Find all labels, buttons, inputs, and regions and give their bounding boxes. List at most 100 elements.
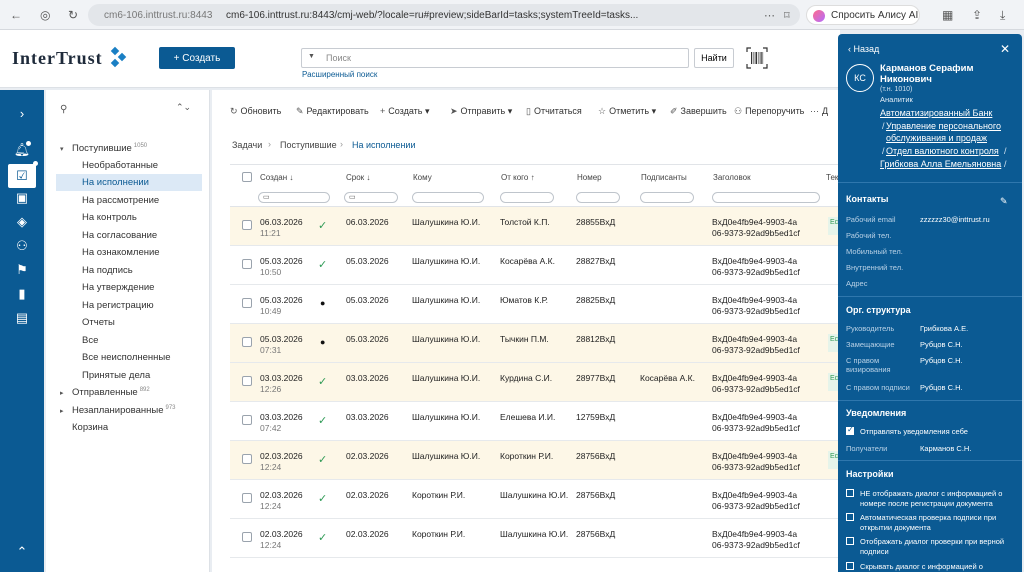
profile-icon[interactable]: ◎ [40,8,50,22]
settings-checkbox[interactable] [846,513,854,521]
table-row[interactable]: 03.03.2026 12:26 ✓ 03.03.2026 Шалушкина Ю.И.… [230,363,840,402]
tree-item[interactable]: ▸ Отправленные 892 [56,384,202,401]
back-button[interactable]: ‹ Назад [848,44,879,54]
column-header-subject[interactable]: Заголовок [713,165,751,189]
tree-item[interactable]: ▸ Незапланированные 973 [56,402,202,419]
tree-item[interactable]: Все [56,332,202,349]
settings-checkbox[interactable] [846,562,854,570]
tree-item[interactable]: Необработанные [56,157,202,174]
book-icon[interactable]: ▤ [12,310,32,328]
layers-icon[interactable]: ◈ [12,214,32,232]
find-button[interactable]: Найти [694,48,734,68]
tree-item[interactable]: На рассмотрение [56,192,202,209]
pin-icon[interactable]: ⚲ [60,104,67,115]
barcode-scan-icon[interactable] [746,47,768,69]
reload-icon[interactable]: ↻ [68,8,78,22]
number-filter[interactable] [576,192,620,203]
tree-item[interactable]: На подпись [56,262,202,279]
search-scope-dropdown-icon[interactable]: ▼ [308,53,315,60]
report-button[interactable]: ▯ Отчитаться [526,106,582,117]
settings-checkbox[interactable] [846,489,854,497]
row-checkbox[interactable] [242,220,252,230]
create-button[interactable]: + Создать [159,47,235,69]
create-dropdown-button[interactable]: + Создать ▾ [380,106,430,117]
table-row[interactable]: 05.03.2026 10:50 ✓ 05.03.2026 Шалушкина Ю.И.… [230,246,840,285]
more-actions-button[interactable]: ⋯ Д [810,106,828,117]
column-header-created[interactable]: Создан ↓ [260,165,293,189]
tree-expander-icon[interactable]: ▾ [60,145,72,153]
calendar-icon[interactable]: ▣ [12,190,32,208]
breadcrumb-incoming[interactable]: Поступившие [280,140,337,150]
tree-expander-icon[interactable]: ▸ [60,389,72,397]
column-header-signers[interactable]: Подписанты [641,165,687,189]
org-link-department-cont[interactable]: обслуживания и продаж [886,133,987,144]
address-bar[interactable]: cm6-106.inttrust.ru:8443 cm6-106.inttrus… [88,4,800,26]
row-checkbox[interactable] [242,259,252,269]
tree-item[interactable]: На исполнении [56,174,202,191]
mark-dropdown-button[interactable]: ☆ Отметить ▾ [598,106,656,117]
tree-item[interactable]: На утверждение [56,279,202,296]
download-icon[interactable]: ⤓ [1000,8,1005,23]
table-row[interactable]: 06.03.2026 11:21 ✓ 06.03.2026 Шалушкина Ю.И.… [230,207,840,246]
row-checkbox[interactable] [242,337,252,347]
due-filter[interactable]: ▭ [344,192,398,203]
select-all-checkbox[interactable] [242,172,252,182]
settings-checkbox[interactable] [846,537,854,545]
collapse-up-icon[interactable]: ⌃ [12,544,32,562]
row-checkbox[interactable] [242,415,252,425]
tree-item[interactable]: На контроль [56,209,202,226]
tree-item[interactable]: ▾ Поступившие 1050 [56,140,202,157]
finish-button[interactable]: ✐ Завершить [670,106,727,117]
bookmark-icon[interactable]: ⌑ [784,9,790,22]
users-icon[interactable]: ⚇ [12,238,32,256]
alice-button[interactable]: Спросить Алису AI [806,5,920,25]
expand-rail-icon[interactable]: › [12,106,32,124]
expand-collapse-icon[interactable]: ⌃⌄ [176,102,191,113]
tree-item[interactable]: На регистрацию [56,297,202,314]
close-icon[interactable]: ✕ [1000,42,1010,56]
row-checkbox[interactable] [242,298,252,308]
more-dots-icon[interactable]: ⋯ [764,9,775,22]
table-row[interactable]: 05.03.2026 10:49 ● 05.03.2026 Шалушкина Ю.И.… [230,285,840,324]
column-header-due[interactable]: Срок ↓ [346,165,370,189]
from-filter[interactable] [500,192,554,203]
edit-contacts-icon[interactable]: ✎ [1000,196,1008,207]
advanced-search-link[interactable]: Расширенный поиск [302,70,377,79]
tasks-icon[interactable]: ☑ [8,161,38,188]
created-filter[interactable]: ▭ [258,192,330,203]
column-header-more[interactable]: Тек [826,165,838,189]
row-checkbox[interactable] [242,532,252,542]
column-header-number[interactable]: Номер [577,165,602,189]
signers-filter[interactable] [640,192,694,203]
tree-item[interactable]: На ознакомление [56,244,202,261]
chart-icon[interactable]: ▮ [12,286,32,304]
column-header-from[interactable]: От кого ↑ [501,165,535,189]
table-row[interactable]: 02.03.2026 12:24 ✓ 02.03.2026 Короткин Р.И. Ш… [230,519,840,558]
breadcrumb-tasks[interactable]: Задачи [232,140,262,150]
to-filter[interactable] [412,192,484,203]
table-row[interactable]: 05.03.2026 07:31 ● 05.03.2026 Шалушкина Ю.И.… [230,324,840,363]
table-row[interactable]: 02.03.2026 12:24 ✓ 02.03.2026 Короткин Р.И. Ш… [230,480,840,519]
table-row[interactable]: 03.03.2026 07:42 ✓ 03.03.2026 Шалушкина Ю.И.… [230,402,840,441]
tree-expander-icon[interactable]: ▸ [60,407,72,415]
row-checkbox[interactable] [242,454,252,464]
org-link-department[interactable]: Управление персонального [886,121,1001,132]
column-header-to[interactable]: Кому [413,165,432,189]
notify-self-checkbox[interactable] [846,425,854,435]
edit-button[interactable]: ✎ Редактировать [296,106,369,117]
tree-item[interactable]: Принятые дела [56,367,202,384]
search-input[interactable] [326,51,676,65]
org-link-manager[interactable]: Грибкова Алла Емельяновна [880,159,1001,170]
flag-icon[interactable]: ⚑ [12,262,32,280]
share-icon[interactable]: ⇪ [972,8,982,22]
extensions-icon[interactable]: ▦ [942,8,953,22]
table-row[interactable]: 02.03.2026 12:24 ✓ 02.03.2026 Шалушкина Ю.И.… [230,441,840,480]
refresh-button[interactable]: ↻ Обновить [230,106,281,117]
back-arrow-icon[interactable]: ← [10,8,22,22]
row-checkbox[interactable] [242,376,252,386]
reassign-button[interactable]: ⚇ Перепоручить [734,106,804,117]
tree-item[interactable]: На согласование [56,227,202,244]
send-dropdown-button[interactable]: ➤ Отправить ▾ [450,106,512,117]
tree-item[interactable]: Отчеты [56,314,202,331]
tree-item[interactable]: Все неисполненные [56,349,202,366]
